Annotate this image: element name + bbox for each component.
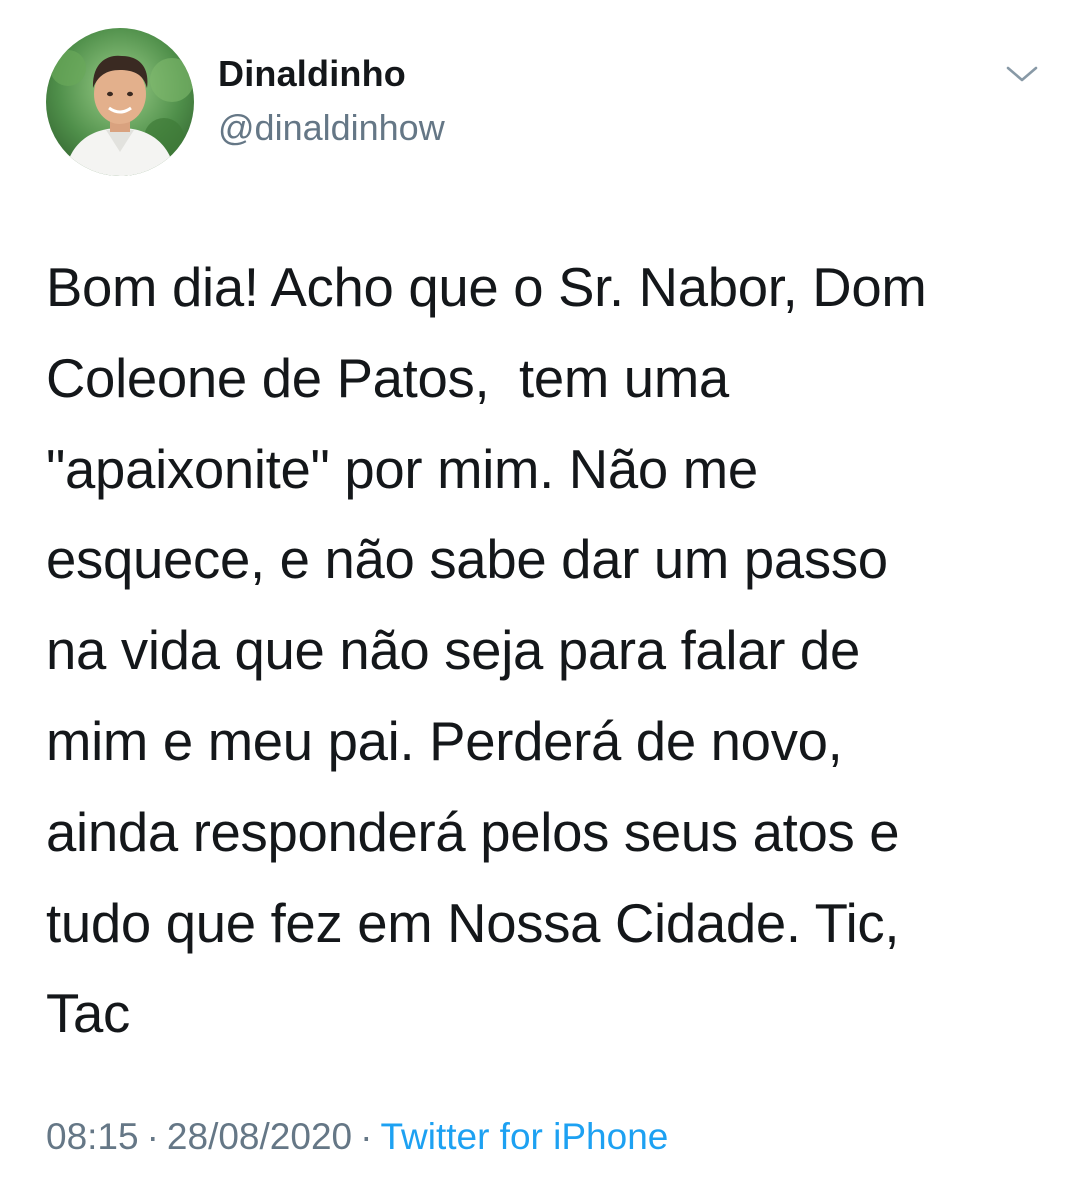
tweet-source-link[interactable]: Twitter for iPhone (380, 1116, 668, 1157)
tweet-menu-button[interactable] (1002, 58, 1042, 90)
meta-separator: · (360, 1116, 373, 1157)
username-handle[interactable]: @dinaldinhow (218, 106, 445, 150)
chevron-down-icon (1006, 66, 1038, 82)
author-info: Dinaldinho @dinaldinhow (218, 52, 445, 150)
avatar[interactable] (46, 28, 194, 176)
tweet: Dinaldinho @dinaldinhow Bom dia! Acho qu… (0, 0, 1080, 1196)
tweet-date[interactable]: 28/08/2020 (167, 1116, 352, 1157)
avatar-photo-icon (46, 28, 194, 176)
tweet-time[interactable]: 08:15 (46, 1116, 139, 1157)
display-name[interactable]: Dinaldinho (218, 52, 445, 96)
tweet-meta: 08:15 · 28/08/2020 · Twitter for iPhone (46, 1112, 668, 1162)
tweet-text: Bom dia! Acho que o Sr. Nabor, Dom Coleo… (46, 257, 927, 1045)
meta-separator: · (146, 1116, 159, 1157)
